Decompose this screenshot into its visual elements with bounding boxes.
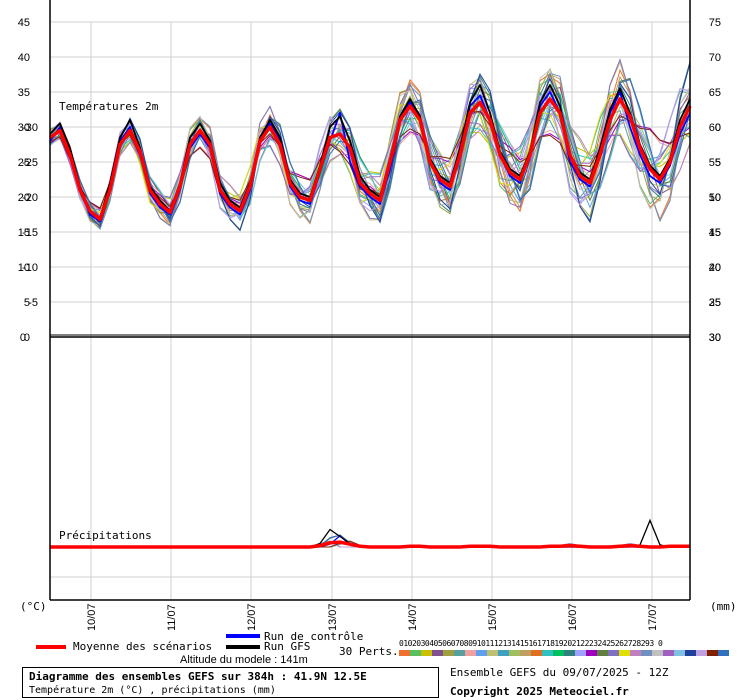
footer-subtitle: Température 2m (°C) , précipitations (mm… [29, 685, 276, 696]
legend-mean-label: Moyenne des scénarios [73, 640, 213, 653]
y-tick-left: 40 [18, 52, 30, 64]
pert-color-swatch [575, 650, 586, 656]
pert-color-swatch [531, 650, 542, 656]
perturbation-lines [49, 58, 691, 232]
pert-color-swatch [630, 650, 641, 656]
pert-color-swatch [476, 650, 487, 656]
legend-gfs-label: Run GFS [264, 640, 311, 653]
pert-color-swatch [564, 650, 575, 656]
y-tick-left: 35 [18, 87, 30, 99]
copyright: Copyright 2025 Meteociel.fr [450, 685, 629, 698]
pert-color-swatch [410, 650, 421, 656]
pert-color-swatch [652, 650, 663, 656]
footer-title-box: Diagramme des ensembles GEFS sur 384h : … [22, 667, 439, 698]
y-tick-right: 25 [709, 297, 721, 309]
x-tick-label: 12/07 [246, 603, 258, 630]
pert-color-swatch [498, 650, 509, 656]
legend-control-swatch [226, 634, 260, 638]
perturbation-line [49, 63, 691, 232]
pert-color-swatch [432, 650, 443, 656]
right-unit-label: (mm) [710, 600, 737, 613]
legend-pert-numbers: 0102030405060708091011121314151617181920… [399, 639, 663, 648]
y-tick-right: 65 [709, 87, 721, 99]
x-tick-label: 17/07 [647, 603, 659, 630]
pert-color-swatch [707, 650, 718, 656]
ensemble-chart: 45 7540 7035 6530 6025 5520 5015 4510 405 350 30-5… [18, 0, 737, 630]
pert-color-swatch [454, 650, 465, 656]
y-tick-left: -25 [22, 157, 38, 169]
pert-color-swatch [421, 650, 432, 656]
x-tick-label: 16/07 [567, 603, 579, 630]
model-altitude: Altitude du modele : 141m [180, 654, 308, 666]
pert-color-swatch [718, 650, 729, 656]
pert-color-swatch [685, 650, 696, 656]
pert-color-swatch [619, 650, 630, 656]
run-info: Ensemble GEFS du 09/07/2025 - 12Z [450, 666, 669, 679]
pert-color-swatch [465, 650, 476, 656]
y-tick-left: 0 [20, 332, 26, 344]
panel-frames [49, 0, 691, 601]
y-tick-right: 70 [709, 52, 721, 64]
y-tick-right: 0 [715, 122, 721, 134]
pert-color-swatch [608, 650, 619, 656]
pert-color-swatch [641, 650, 652, 656]
precip-line-0 [50, 540, 690, 549]
x-tick-label: 10/07 [86, 603, 98, 630]
y-tick-right: 5 [715, 157, 721, 169]
footer-title: Diagramme des ensembles GEFS sur 384h : … [29, 670, 367, 683]
pert-color-swatch [443, 650, 454, 656]
precipitation-panel-label: Précipitations [59, 529, 152, 542]
x-tick-label: 15/07 [487, 603, 499, 630]
legend-gfs-swatch [226, 645, 260, 649]
y-tick-left: -10 [22, 262, 38, 274]
pert-color-swatch [674, 650, 685, 656]
x-tick-label: 14/07 [407, 603, 419, 630]
y-tick-right: 75 [709, 17, 721, 29]
y-tick-right: 15 [709, 227, 721, 239]
y-tick-left: -20 [22, 192, 38, 204]
legend-perts-label: 30 Perts. [339, 645, 399, 658]
y-tick-left: -30 [22, 122, 38, 134]
x-tick-label: 11/07 [166, 604, 178, 630]
pert-color-swatch [663, 650, 674, 656]
x-tick-label: 13/07 [327, 603, 339, 630]
y-tick-right: 10 [709, 192, 721, 204]
pert-color-swatch [399, 650, 410, 656]
pert-color-swatch [586, 650, 597, 656]
y-tick-left: -15 [22, 227, 38, 239]
pert-color-swatch [696, 650, 707, 656]
temperature-panel-label: Températures 2m [59, 100, 159, 113]
y-tick-right: 20 [709, 262, 721, 274]
pert-color-swatch [487, 650, 498, 656]
legend-mean-swatch [36, 645, 66, 649]
legend-pert-swatches [399, 650, 729, 656]
pert-color-swatch [509, 650, 520, 656]
pert-color-swatch [520, 650, 531, 656]
y-tick-left: -5 [28, 297, 38, 309]
left-unit-label: (°C) [20, 600, 47, 613]
pert-color-swatch [542, 650, 553, 656]
y-tick-right: 30 [709, 332, 721, 344]
pert-color-swatch [597, 650, 608, 656]
pert-color-swatch [553, 650, 564, 656]
y-tick-left: 45 [18, 17, 30, 29]
